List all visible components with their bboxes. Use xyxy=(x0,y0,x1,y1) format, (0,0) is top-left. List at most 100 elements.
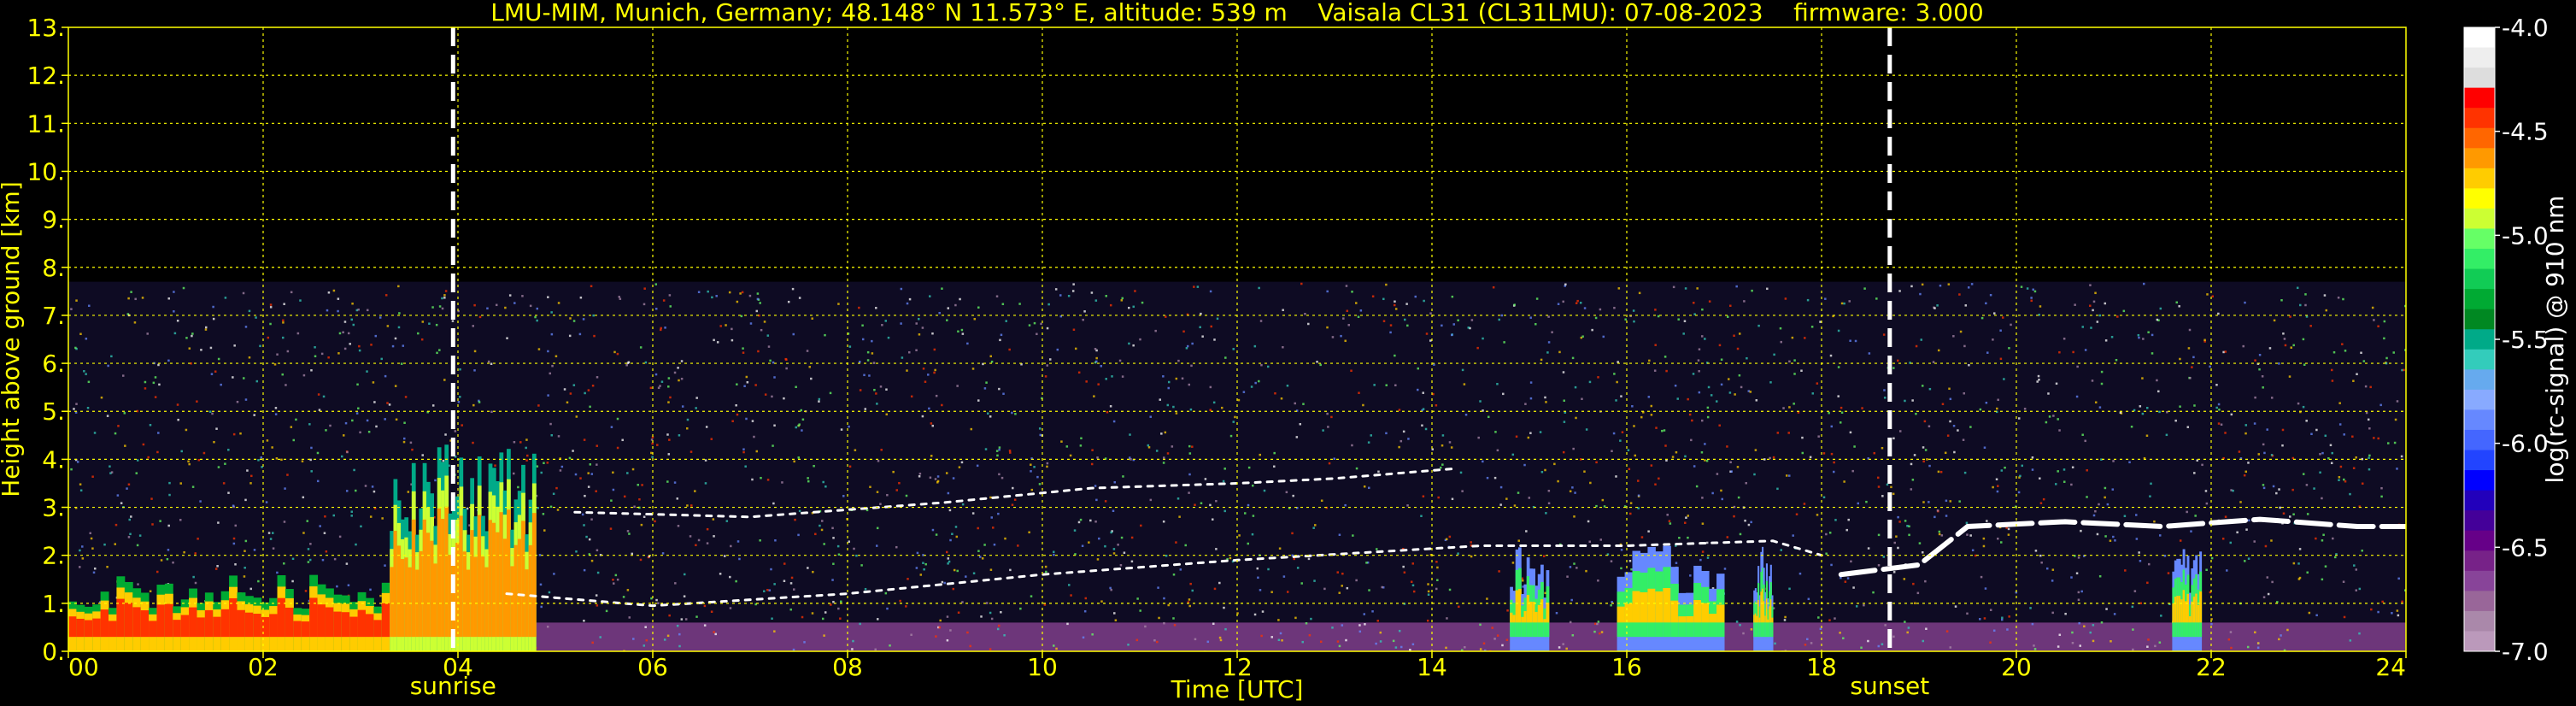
noise-speck xyxy=(713,631,715,633)
noise-speck xyxy=(1382,297,1385,301)
noise-speck xyxy=(1355,579,1358,582)
noise-speck xyxy=(2031,468,2034,471)
noise-speck xyxy=(1855,605,1858,608)
noise-speck xyxy=(126,487,128,490)
noise-speck xyxy=(2262,386,2264,389)
noise-speck xyxy=(1389,331,1392,334)
noise-speck xyxy=(1363,485,1366,488)
aerosol-core xyxy=(220,609,230,638)
noise-speck xyxy=(751,478,754,481)
noise-speck xyxy=(2331,451,2333,455)
colorbar-swatch xyxy=(2464,108,2495,129)
noise-speck xyxy=(124,444,126,447)
noise-speck xyxy=(853,547,855,550)
noise-speck xyxy=(269,303,273,306)
noise-speck xyxy=(797,533,800,537)
noise-speck xyxy=(824,485,827,488)
noise-speck xyxy=(353,468,355,472)
noise-speck xyxy=(271,446,273,449)
noise-speck xyxy=(837,303,840,305)
noise-speck xyxy=(1222,479,1225,483)
noise-speck xyxy=(1496,634,1499,637)
noise-speck xyxy=(2131,605,2134,609)
noise-speck xyxy=(356,383,359,386)
noise-speck xyxy=(1687,515,1689,517)
noise-speck xyxy=(1486,476,1489,479)
noise-speck xyxy=(369,588,372,591)
noise-speck xyxy=(86,407,90,409)
noise-speck xyxy=(977,527,979,530)
noise-speck xyxy=(1314,524,1317,527)
noise-speck xyxy=(984,448,988,450)
noise-speck xyxy=(1892,492,1895,496)
noise-speck xyxy=(1412,590,1416,593)
noise-speck xyxy=(1904,520,1907,522)
noise-speck xyxy=(1068,584,1071,586)
noise-speck xyxy=(1964,304,1968,307)
noise-speck xyxy=(1406,504,1409,507)
noise-speck xyxy=(1897,515,1899,519)
colorbar-tick-label: -4.5 xyxy=(2502,118,2549,146)
convective-cell xyxy=(1678,592,1687,651)
noise-speck xyxy=(1947,283,1951,285)
cell-core xyxy=(1526,595,1530,623)
noise-speck xyxy=(1342,317,1345,320)
noise-speck xyxy=(712,518,715,521)
noise-speck xyxy=(1922,501,1925,503)
noise-speck xyxy=(2204,490,2208,492)
noise-speck xyxy=(366,309,369,312)
noise-speck xyxy=(472,403,475,407)
noise-speck xyxy=(2367,418,2370,421)
noise-speck xyxy=(1890,485,1892,489)
noise-speck xyxy=(2338,475,2341,479)
noise-speck xyxy=(1936,304,1939,307)
noise-speck xyxy=(989,355,992,358)
noise-speck xyxy=(1640,536,1644,538)
noise-speck xyxy=(915,349,918,351)
aerosol-core xyxy=(76,618,85,638)
noise-speck xyxy=(316,479,320,483)
noise-speck xyxy=(1630,568,1633,571)
noise-speck xyxy=(2071,641,2074,644)
noise-speck xyxy=(1910,462,1913,466)
noise-speck xyxy=(2383,337,2385,340)
noise-speck xyxy=(766,334,770,337)
noise-speck xyxy=(673,481,677,484)
noise-speck xyxy=(905,494,908,497)
noise-speck xyxy=(876,491,879,493)
noise-speck xyxy=(1707,385,1710,389)
noise-speck xyxy=(1916,591,1920,595)
noise-speck xyxy=(2040,561,2043,564)
noise-speck xyxy=(798,509,801,513)
noise-speck xyxy=(1928,501,1930,503)
noise-speck xyxy=(1296,567,1300,569)
noise-speck xyxy=(760,476,762,479)
noise-speck xyxy=(1464,413,1468,416)
noise-speck xyxy=(2243,474,2246,477)
noise-speck xyxy=(848,425,850,428)
noise-speck xyxy=(2110,336,2114,338)
noise-speck xyxy=(1867,639,1869,643)
noise-speck xyxy=(993,543,996,546)
noise-speck xyxy=(2379,403,2382,407)
noise-speck xyxy=(669,396,672,399)
noise-speck xyxy=(1080,437,1083,440)
noise-speck xyxy=(1684,521,1687,524)
colorbar-swatch xyxy=(2464,268,2495,290)
noise-speck xyxy=(1435,404,1438,407)
noise-speck xyxy=(2299,303,2302,307)
noise-speck xyxy=(1218,581,1221,585)
noise-speck xyxy=(1505,497,1508,500)
noise-speck xyxy=(540,605,543,609)
aerosol-core xyxy=(488,520,493,638)
noise-speck xyxy=(70,468,73,471)
noise-speck xyxy=(2324,434,2327,438)
noise-speck xyxy=(583,524,585,527)
noise-speck xyxy=(344,421,348,425)
noise-speck xyxy=(1461,368,1464,372)
noise-speck xyxy=(1110,531,1112,534)
noise-speck xyxy=(1008,348,1011,351)
aerosol-column xyxy=(76,604,85,651)
noise-speck xyxy=(1828,532,1832,534)
noise-speck xyxy=(1130,536,1134,539)
